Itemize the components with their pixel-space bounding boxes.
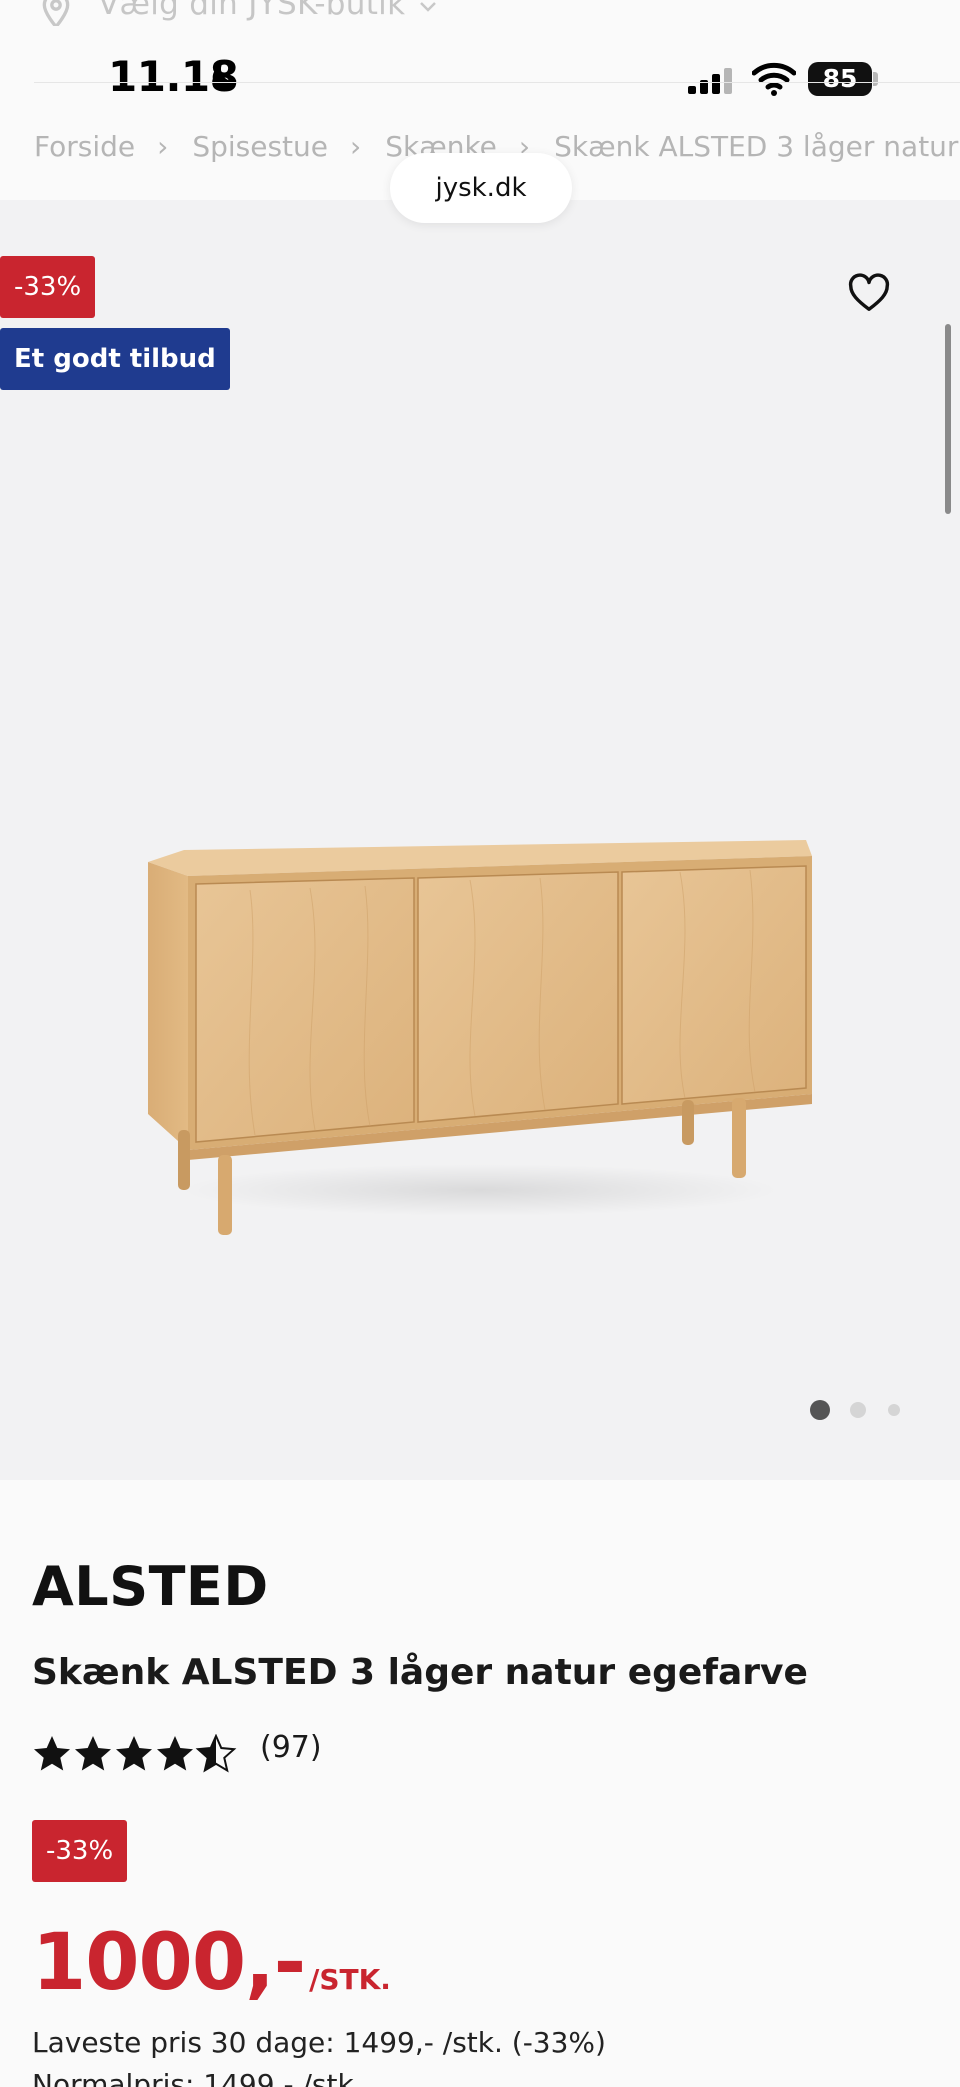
offer-badge: Et godt tilbud [0, 328, 230, 390]
star-full-icon [34, 1736, 70, 1771]
product-title: Skænk ALSTED 3 låger natur egefarve [32, 1652, 808, 1693]
price-amount: 1000,- [32, 1918, 306, 2008]
star-full-icon [75, 1736, 111, 1771]
chevron-down-icon [420, 2, 436, 12]
pagination-dot[interactable] [850, 1402, 866, 1418]
page-scrollbar[interactable] [945, 324, 951, 514]
browser-url-pill[interactable]: jysk.dk [390, 153, 572, 223]
price-unit: /STK. [309, 1963, 391, 1996]
breadcrumb-item-current: Skænk ALSTED 3 låger natur egefarve [554, 129, 960, 163]
cellular-signal-icon [688, 68, 732, 94]
product-gallery[interactable]: -33% Et godt tilbud [0, 200, 960, 1480]
breadcrumb-item-spisestue[interactable]: Spisestue [192, 130, 328, 163]
status-bar: 11.18 85 [0, 40, 960, 110]
price: 1000,-/STK. [32, 1918, 391, 2008]
pagination-dot-active[interactable] [810, 1400, 830, 1420]
store-selector-label: Vælg din JYSK-butik [98, 0, 406, 22]
rating-stars [34, 1735, 235, 1772]
chevron-right-icon: › [350, 129, 362, 163]
location-pin-icon [42, 0, 70, 26]
normal-price: Normalpris: 1499,- /stk. [32, 2068, 363, 2087]
discount-tag: -33% [32, 1820, 128, 1882]
battery-tip [873, 72, 878, 86]
store-selector[interactable]: Vælg din JYSK-butik [0, 0, 960, 26]
moon-icon [212, 65, 237, 90]
heart-icon[interactable] [846, 270, 892, 316]
star-full-icon [116, 1736, 152, 1771]
discount-badge: -33% [0, 256, 96, 318]
sideboard-product-image [148, 840, 812, 1235]
breadcrumb-item-forside[interactable]: Forside [34, 130, 135, 163]
chevron-right-icon: › [157, 129, 169, 163]
battery-indicator: 85 [808, 62, 872, 96]
lowest-price-30-days: Laveste pris 30 dage: 1499,- /stk. (-33%… [32, 2026, 606, 2059]
wifi-icon [752, 62, 796, 96]
product-brand: ALSTED [32, 1555, 269, 1618]
header-divider [34, 82, 960, 83]
review-count[interactable]: (97) [260, 1730, 322, 1765]
star-full-icon [157, 1736, 193, 1771]
pagination-dot[interactable] [888, 1404, 900, 1416]
star-half-icon [197, 1735, 235, 1772]
